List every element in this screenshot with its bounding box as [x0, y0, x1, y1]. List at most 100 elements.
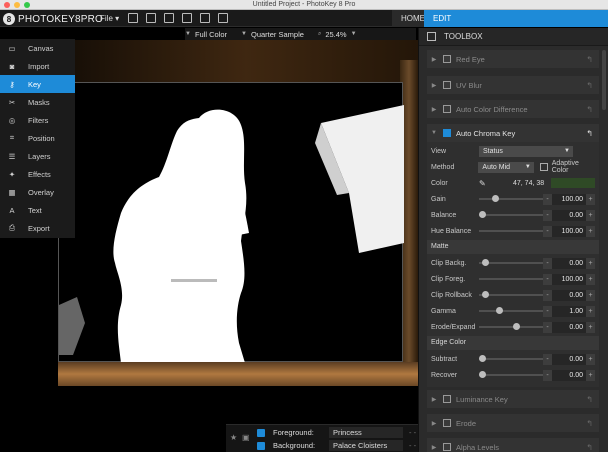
erode-expand-stepper[interactable]: -0.00 +	[543, 321, 595, 333]
background-options[interactable]: - -	[409, 441, 416, 450]
decrement-button[interactable]: -	[543, 369, 552, 381]
section-enable-checkbox[interactable]	[443, 129, 451, 137]
clip-foreg--value[interactable]: 100.00	[552, 273, 586, 285]
subtract-slider[interactable]	[479, 355, 553, 362]
slider-knob[interactable]	[479, 371, 486, 378]
clip-backg--slider[interactable]	[479, 259, 553, 266]
chevron-right-icon[interactable]: ▶	[429, 444, 439, 451]
hue-balance-slider[interactable]	[479, 227, 553, 234]
quality-select[interactable]: ▼ Quarter Sample	[241, 30, 304, 39]
slider-knob[interactable]	[479, 211, 486, 218]
balance-value[interactable]: 0.00	[552, 209, 586, 221]
clip-rollback-stepper[interactable]: -0.00 +	[543, 289, 595, 301]
gamma-slider[interactable]	[479, 307, 553, 314]
toolbox-section[interactable]: ▶ Alpha Levels ↰	[427, 438, 599, 452]
decrement-button[interactable]: -	[543, 353, 552, 365]
tool-layers[interactable]: ☰ Layers	[0, 147, 75, 165]
foreground-value[interactable]: Princess	[329, 427, 403, 438]
reset-icon[interactable]: ↰	[586, 419, 593, 428]
background-value[interactable]: Palace Cloisters	[329, 440, 403, 451]
erode-expand-slider[interactable]	[479, 323, 553, 330]
reset-icon[interactable]: ↰	[586, 129, 593, 138]
background-checkbox[interactable]	[257, 441, 265, 450]
increment-button[interactable]: +	[586, 289, 595, 301]
hue-balance-value[interactable]: 100.00	[552, 225, 586, 237]
tool-position[interactable]: ⌗ Position	[0, 129, 75, 147]
gain-value[interactable]: 100.00	[552, 193, 586, 205]
clip-foreg--stepper[interactable]: -100.00 +	[543, 273, 595, 285]
import-icon[interactable]	[182, 13, 192, 23]
recover-stepper[interactable]: -0.00 +	[543, 369, 595, 381]
print-icon[interactable]	[146, 13, 156, 23]
add-layer-icon[interactable]	[164, 13, 174, 23]
tool-masks[interactable]: ✂ Masks	[0, 93, 75, 111]
photo-icon[interactable]	[200, 13, 210, 23]
file-menu[interactable]: File ▾	[100, 14, 119, 23]
chevron-right-icon[interactable]: ▶	[429, 56, 439, 63]
subtract-stepper[interactable]: -0.00 +	[543, 353, 595, 365]
tool-filters[interactable]: ◎ Filters	[0, 111, 75, 129]
hue-balance-stepper[interactable]: -100.00 +	[543, 225, 595, 237]
method-select[interactable]: Auto Mid ▼	[478, 161, 534, 173]
toolbox-section[interactable]: ▼ Auto Chroma Key ↰	[427, 124, 599, 142]
chevron-right-icon[interactable]: ▶	[429, 106, 439, 113]
clip-backg--value[interactable]: 0.00	[552, 257, 586, 269]
clip-rollback-slider[interactable]	[479, 291, 553, 298]
tool-overlay[interactable]: ▦ Overlay	[0, 183, 75, 201]
slider-knob[interactable]	[482, 259, 490, 266]
increment-button[interactable]: +	[586, 225, 595, 237]
decrement-button[interactable]: -	[543, 273, 552, 285]
toolbox-scrollbar[interactable]	[602, 50, 606, 110]
compare-icon[interactable]	[218, 13, 228, 23]
slider-knob[interactable]	[512, 323, 520, 330]
increment-button[interactable]: +	[586, 305, 595, 317]
tab-home[interactable]: HOME	[392, 10, 425, 27]
chevron-right-icon[interactable]: ▶	[429, 420, 439, 427]
background-layer-row[interactable]: Background: Palace Cloisters - -	[226, 439, 418, 452]
clip-foreg--slider[interactable]	[479, 275, 553, 282]
clip-backg--stepper[interactable]: -0.00 +	[543, 257, 595, 269]
reset-icon[interactable]: ↰	[586, 443, 593, 452]
zoom-select[interactable]: ⌕ 25.4% ▼	[318, 30, 357, 39]
balance-stepper[interactable]: -0.00 +	[543, 209, 595, 221]
eyedropper-icon[interactable]: ✎	[479, 179, 486, 188]
tool-canvas[interactable]: ▭ Canvas	[0, 39, 75, 57]
increment-button[interactable]: +	[586, 321, 595, 333]
decrement-button[interactable]: -	[543, 257, 552, 269]
foreground-options[interactable]: - -	[409, 428, 416, 437]
increment-button[interactable]: +	[586, 369, 595, 381]
tool-text[interactable]: A Text	[0, 201, 75, 219]
toolbox-section[interactable]: ▶ Erode ↰	[427, 414, 599, 432]
chevron-right-icon[interactable]: ▶	[429, 82, 439, 89]
toolbox-section[interactable]: ▶ Luminance Key ↰	[427, 390, 599, 408]
toolbox-section[interactable]: ▶ UV Blur ↰	[427, 76, 599, 94]
decrement-button[interactable]: -	[543, 209, 552, 221]
gamma-value[interactable]: 1.00	[552, 305, 586, 317]
toolbox-section[interactable]: ▶ Red Eye ↰	[427, 50, 599, 68]
section-enable-checkbox[interactable]	[443, 105, 451, 113]
recover-value[interactable]: 0.00	[552, 369, 586, 381]
slider-knob[interactable]	[482, 291, 490, 298]
section-enable-checkbox[interactable]	[443, 81, 451, 89]
increment-button[interactable]: +	[586, 353, 595, 365]
color-swatch[interactable]	[551, 178, 595, 188]
decrement-button[interactable]: -	[543, 289, 552, 301]
subtract-value[interactable]: 0.00	[552, 353, 586, 365]
increment-button[interactable]: +	[586, 209, 595, 221]
section-enable-checkbox[interactable]	[443, 443, 451, 451]
increment-button[interactable]: +	[586, 193, 595, 205]
recover-slider[interactable]	[479, 371, 553, 378]
chevron-right-icon[interactable]: ▶	[429, 396, 439, 403]
slider-knob[interactable]	[495, 307, 503, 314]
toolbox-section[interactable]: ▶ Auto Color Difference ↰	[427, 100, 599, 118]
section-enable-checkbox[interactable]	[443, 395, 451, 403]
tab-edit[interactable]: EDIT	[424, 10, 608, 27]
increment-button[interactable]: +	[586, 273, 595, 285]
tool-import[interactable]: ◙ Import	[0, 57, 75, 75]
display-mode-select[interactable]: ▼ Full Color	[185, 30, 227, 39]
section-enable-checkbox[interactable]	[443, 55, 451, 63]
decrement-button[interactable]: -	[543, 193, 552, 205]
slider-knob[interactable]	[479, 355, 486, 362]
decrement-button[interactable]: -	[543, 321, 552, 333]
decrement-button[interactable]: -	[543, 305, 552, 317]
